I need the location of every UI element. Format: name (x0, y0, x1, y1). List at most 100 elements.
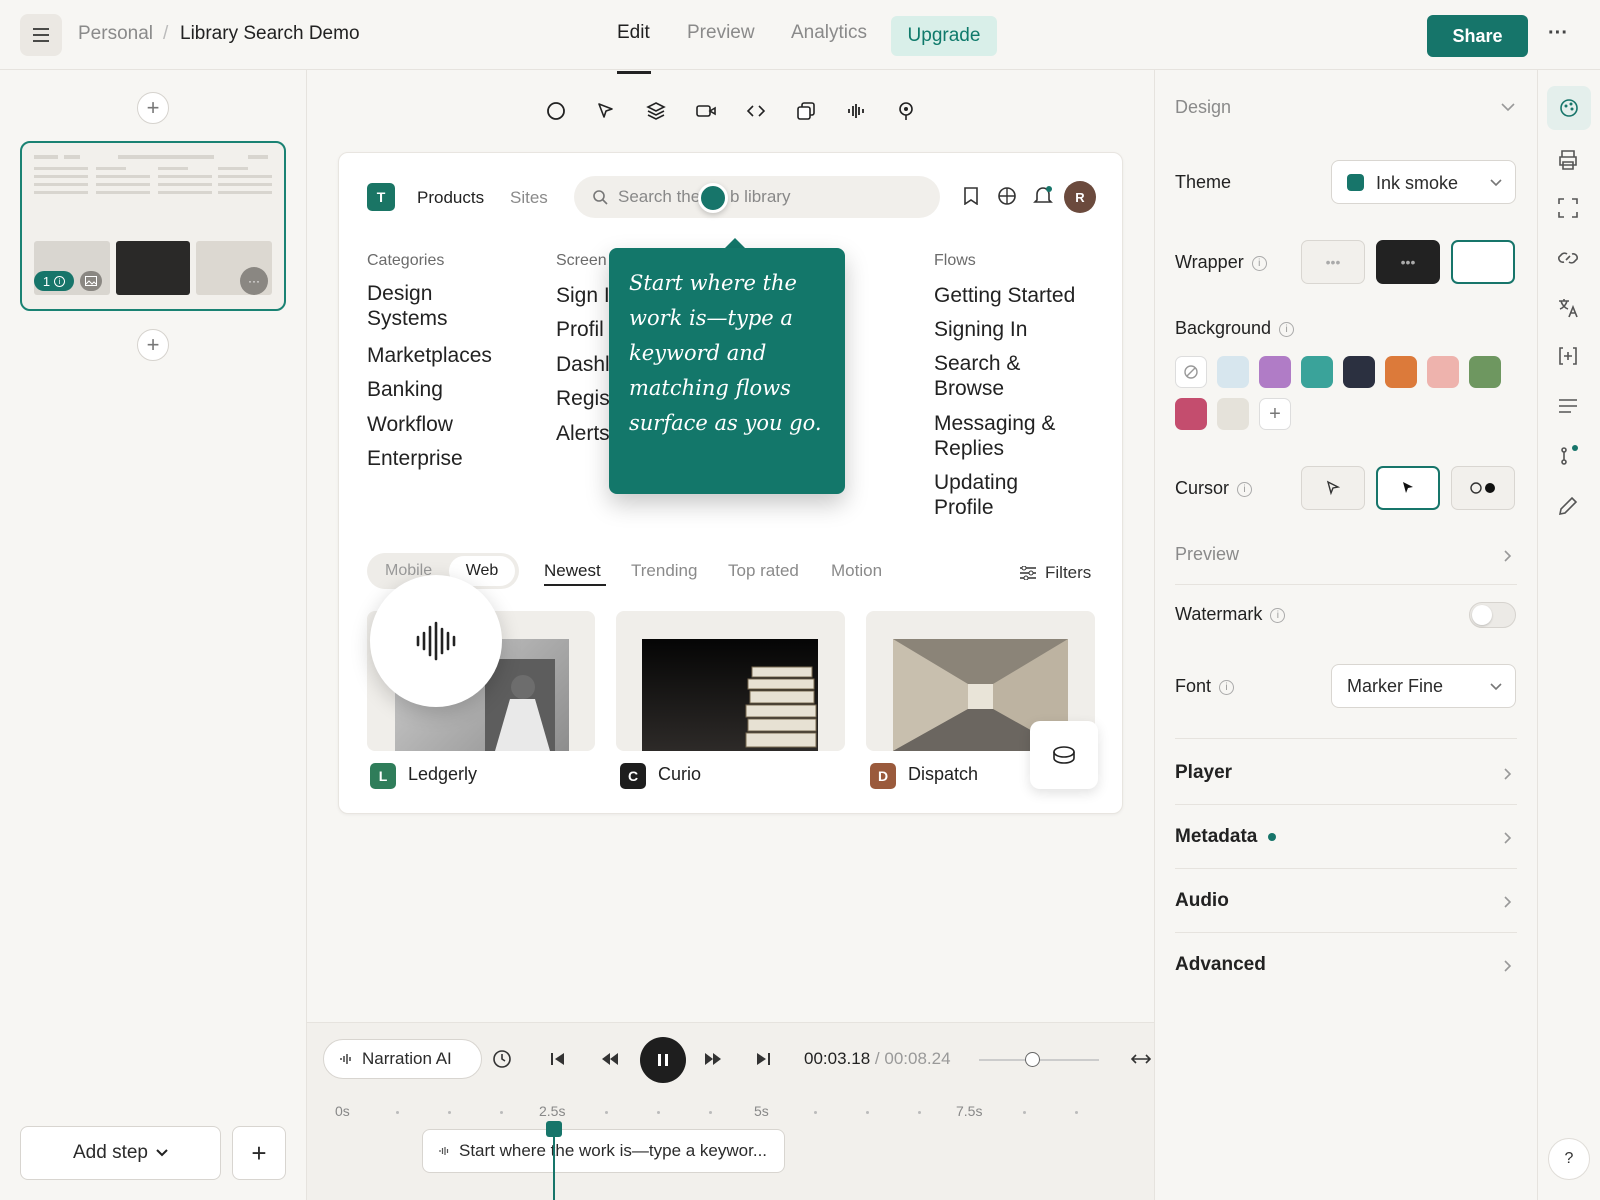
thumb-text-lines (34, 155, 274, 203)
narration-ai-button[interactable]: Narration AI (323, 1039, 482, 1079)
background-swatch-2[interactable] (1259, 356, 1291, 388)
cursor-option-outline[interactable] (1301, 466, 1365, 510)
share-button[interactable]: Share (1427, 15, 1528, 57)
tab-analytics[interactable]: Analytics (791, 22, 867, 44)
wrapper-option-none[interactable] (1451, 240, 1515, 284)
tick-7-5s: 7.5s (956, 1103, 983, 1119)
info-icon: i (1219, 680, 1235, 695)
background-swatch-4[interactable] (1343, 356, 1375, 388)
nav-products[interactable]: Products (417, 188, 484, 208)
pause-button[interactable] (640, 1037, 686, 1083)
flow-signing-in[interactable]: Signing In (934, 317, 1027, 342)
preview-section-label[interactable]: Preview (1175, 544, 1239, 565)
category-workflow[interactable]: Workflow (367, 412, 453, 437)
avatar[interactable]: R (1064, 181, 1096, 213)
add-swatch-button[interactable]: + (1259, 398, 1291, 430)
sort-tab-newest[interactable]: Newest (544, 561, 601, 581)
theme-select[interactable]: Ink smoke (1331, 160, 1516, 204)
flow-updating-profile[interactable]: Updating Profile (934, 470, 1074, 520)
database-icon[interactable] (1030, 721, 1098, 789)
category-enterprise[interactable]: Enterprise (367, 446, 463, 471)
palette-icon[interactable] (1547, 86, 1591, 130)
thumb-step-badge: 1 i (34, 271, 74, 291)
branch-icon (1561, 445, 1578, 465)
metadata-section[interactable]: Metadata (1175, 826, 1257, 848)
divider (1175, 584, 1517, 585)
category-design-systems[interactable]: Design Systems (367, 281, 487, 331)
step-tooltip[interactable]: Start where the work is—type a keyword a… (609, 248, 845, 494)
playhead-handle[interactable] (546, 1121, 562, 1137)
sort-tab-top-rated[interactable]: Top rated (728, 561, 799, 581)
background-swatch-5[interactable] (1385, 356, 1417, 388)
background-swatch-8[interactable] (1175, 398, 1207, 430)
player-bar: Narration AI 00:03.18 / 00:08.24 0s 2.5s… (307, 1022, 1154, 1200)
thumb-more-icon[interactable]: ··· (240, 267, 268, 295)
audio-section[interactable]: Audio (1175, 890, 1229, 912)
watermark-toggle[interactable] (1469, 602, 1516, 628)
nav-sites[interactable]: Sites (510, 188, 548, 208)
player-section[interactable]: Player (1175, 762, 1232, 784)
search-input[interactable]: Search the b library (574, 176, 940, 218)
add-step-above-button[interactable]: + (137, 92, 169, 124)
audio-waveform-overlay-icon[interactable] (370, 575, 502, 707)
info-icon: i (1279, 322, 1295, 337)
zoom-slider-handle[interactable] (1025, 1052, 1040, 1067)
wrapper-option-light[interactable]: ••• (1301, 240, 1365, 284)
wrapper-option-dark[interactable]: ••• (1376, 240, 1440, 284)
category-marketplaces[interactable]: Marketplaces (367, 343, 492, 368)
flow-search-browse[interactable]: Search & Browse (934, 351, 1074, 401)
layers-icon[interactable] (643, 98, 669, 124)
duplicate-icon[interactable] (793, 98, 819, 124)
screen-profile[interactable]: Profil (556, 317, 604, 342)
sort-tab-motion[interactable]: Motion (831, 561, 882, 581)
flows-heading: Flows (934, 252, 976, 269)
add-step-button[interactable]: Add step (20, 1126, 221, 1180)
screen-registration[interactable]: Regis (556, 386, 610, 411)
more-options-icon[interactable]: ··· (1548, 22, 1568, 45)
search-placeholder-left: Search the (618, 187, 701, 206)
text-align-icon (1559, 399, 1577, 413)
flow-messaging-replies[interactable]: Messaging & Replies (934, 411, 1084, 461)
background-swatch-6[interactable] (1427, 356, 1459, 388)
hamburger-menu-icon[interactable] (20, 14, 62, 56)
font-select[interactable]: Marker Fine (1331, 664, 1516, 708)
upgrade-button[interactable]: Upgrade (891, 16, 997, 56)
rewind-icon (602, 1053, 618, 1065)
add-plus-button[interactable]: + (232, 1126, 286, 1180)
circle-tool-icon[interactable] (543, 98, 569, 124)
code-icon[interactable] (743, 98, 769, 124)
help-button[interactable]: ? (1548, 1138, 1590, 1180)
screen-sign-in[interactable]: Sign I (556, 283, 610, 308)
ledgerly-name[interactable]: Ledgerly (408, 764, 477, 785)
add-step-below-button[interactable]: + (137, 329, 169, 361)
breadcrumb-parent[interactable]: Personal (78, 23, 153, 45)
audio-wave-icon[interactable] (843, 98, 869, 124)
filters-button[interactable]: Filters (1019, 563, 1091, 583)
curio-name[interactable]: Curio (658, 764, 701, 785)
watermark-label-row: Watermark i (1175, 604, 1286, 625)
background-swatch-3[interactable] (1301, 356, 1333, 388)
narration-clip[interactable]: Start where the work is—type a keywor... (422, 1129, 785, 1173)
tab-preview[interactable]: Preview (687, 22, 755, 44)
site-logo[interactable]: T (367, 183, 395, 211)
cursor-option-dot[interactable] (1451, 466, 1515, 510)
dispatch-name[interactable]: Dispatch (908, 764, 978, 785)
flow-getting-started[interactable]: Getting Started (934, 283, 1075, 308)
cursor-option-solid[interactable] (1376, 466, 1440, 510)
sort-tab-trending[interactable]: Trending (631, 561, 697, 581)
background-swatch-9[interactable] (1217, 398, 1249, 430)
screen-dashboard[interactable]: Dashl (556, 352, 610, 377)
pointer-tool-icon[interactable] (593, 98, 619, 124)
category-banking[interactable]: Banking (367, 377, 443, 402)
gallery-card-curio[interactable] (616, 611, 845, 751)
location-pin-icon[interactable] (893, 98, 919, 124)
chevron-right-icon (1504, 550, 1512, 562)
screen-alerts[interactable]: Alerts (556, 421, 610, 446)
video-icon[interactable] (693, 98, 719, 124)
background-swatch-1[interactable] (1217, 356, 1249, 388)
background-swatch-7[interactable] (1469, 356, 1501, 388)
step-thumbnail[interactable]: 1 i ··· (20, 141, 286, 311)
advanced-section[interactable]: Advanced (1175, 954, 1266, 976)
no-background-swatch[interactable] (1175, 356, 1207, 388)
tab-edit[interactable]: Edit (617, 22, 650, 44)
